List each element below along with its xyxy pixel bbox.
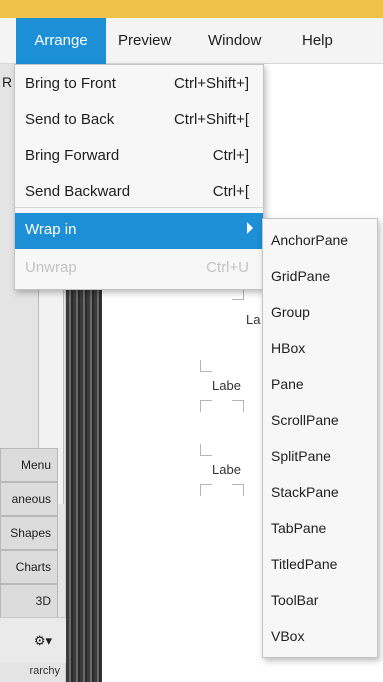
left-fragment-r: R [2, 74, 13, 90]
menu-arrange[interactable]: Arrange [16, 18, 106, 64]
selection-handle [200, 360, 212, 372]
wrap-in-submenu: AnchorPane GridPane Group HBox Pane Scro… [262, 218, 378, 658]
menu-separator [15, 207, 263, 208]
selection-handle [232, 400, 244, 412]
menu-item-label: Bring to Front [25, 75, 116, 92]
submenu-item-tabpane[interactable]: TabPane [271, 511, 326, 545]
library-tab-charts[interactable]: Charts [0, 550, 58, 584]
menu-item-label: Wrap in [25, 221, 77, 238]
gear-dropdown-button[interactable]: ⚙▾ [0, 617, 66, 663]
hierarchy-panel-label: rarchy [29, 665, 60, 677]
menu-help[interactable]: Help [290, 18, 345, 64]
menu-bar: Arrange Preview Window Help [0, 18, 383, 64]
library-tab-miscellaneous[interactable]: aneous [0, 482, 58, 516]
menu-item-shortcut: Ctrl+Shift+] [173, 75, 249, 92]
submenu-item-anchorpane[interactable]: AnchorPane [271, 223, 348, 257]
library-tab-3d[interactable]: 3D [0, 584, 58, 618]
menu-item-bring-forward[interactable]: Bring Forward Ctrl+] [15, 139, 263, 175]
menu-item-shortcut: Ctrl+U [206, 259, 249, 276]
menu-item-send-to-back[interactable]: Send to Back Ctrl+Shift+[ [15, 103, 263, 139]
submenu-item-titledpane[interactable]: TitledPane [271, 547, 337, 581]
selection-handle [200, 484, 212, 496]
submenu-item-stackpane[interactable]: StackPane [271, 475, 339, 509]
selection-handle [200, 444, 212, 456]
submenu-item-pane[interactable]: Pane [271, 367, 304, 401]
menu-item-shortcut: Ctrl+[ [212, 183, 249, 200]
library-tab-menu[interactable]: Menu [0, 448, 58, 482]
menu-window[interactable]: Window [196, 18, 273, 64]
menu-item-send-backward[interactable]: Send Backward Ctrl+[ [15, 175, 263, 211]
menu-item-label: Send to Back [25, 111, 115, 128]
submenu-item-gridpane[interactable]: GridPane [271, 259, 330, 293]
submenu-arrow-icon [247, 222, 253, 234]
menu-preview[interactable]: Preview [106, 18, 183, 64]
menu-item-label: Unwrap [25, 259, 77, 276]
menu-item-unwrap: Unwrap Ctrl+U [15, 251, 263, 287]
gear-icon: ⚙▾ [33, 633, 52, 648]
menu-item-label: Bring Forward [25, 147, 120, 164]
submenu-item-scrollpane[interactable]: ScrollPane [271, 403, 339, 437]
submenu-item-splitpane[interactable]: SplitPane [271, 439, 331, 473]
workspace-label[interactable]: Labe [212, 378, 241, 393]
selection-handle [232, 484, 244, 496]
workspace-label[interactable]: Labe [212, 462, 241, 477]
menu-item-label: Send Backward [25, 183, 131, 200]
menu-item-wrap-in[interactable]: Wrap in [15, 213, 263, 249]
menu-item-bring-to-front[interactable]: Bring to Front Ctrl+Shift+] [15, 67, 263, 103]
selection-handle [200, 400, 212, 412]
window-title-strip [0, 0, 383, 18]
submenu-item-hbox[interactable]: HBox [271, 331, 305, 365]
submenu-item-vbox[interactable]: VBox [271, 619, 304, 653]
arrange-menu-dropdown: Bring to Front Ctrl+Shift+] Send to Back… [14, 64, 264, 290]
library-tab-shapes[interactable]: Shapes [0, 516, 58, 550]
submenu-item-toolbar[interactable]: ToolBar [271, 583, 318, 617]
submenu-item-group[interactable]: Group [271, 295, 310, 329]
menu-item-shortcut: Ctrl+] [212, 147, 249, 164]
workspace-label[interactable]: La [246, 312, 260, 327]
menu-item-shortcut: Ctrl+Shift+[ [173, 111, 249, 128]
